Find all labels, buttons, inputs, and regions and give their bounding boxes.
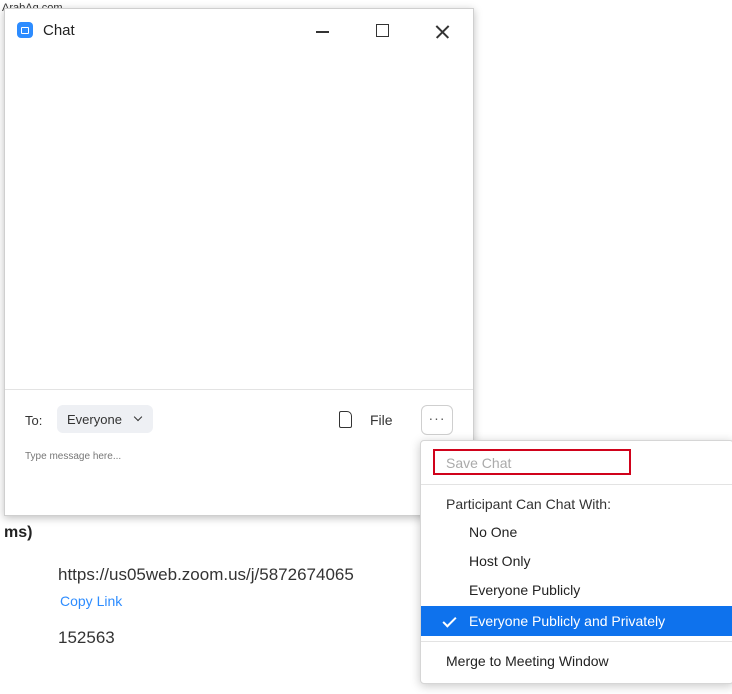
more-icon: ··· <box>428 410 446 426</box>
option-label: Everyone Publicly and Privately <box>469 613 666 629</box>
to-label: To: <box>25 413 43 428</box>
file-button[interactable]: File <box>339 409 399 431</box>
option-everyone-publicly-and-privately[interactable]: Everyone Publicly and Privately <box>421 606 732 636</box>
message-area <box>5 51 473 389</box>
checkmark-icon <box>442 613 457 628</box>
more-options-button[interactable]: ··· <box>421 405 453 435</box>
file-label: File <box>370 412 393 428</box>
background-partial-label: ms) <box>4 524 33 541</box>
recipient-value: Everyone <box>67 412 122 427</box>
chat-window: Chat To: Everyone File ··· <box>4 8 474 516</box>
option-label: Host Only <box>469 553 531 569</box>
message-input[interactable] <box>25 446 445 466</box>
composer-divider <box>5 389 473 390</box>
option-label: Everyone Publicly <box>469 582 581 598</box>
chat-permission-heading: Participant Can Chat With: <box>446 496 611 512</box>
chat-options-menu: Save Chat Participant Can Chat With: No … <box>420 440 732 684</box>
meeting-url: https://us05web.zoom.us/j/5872674065 <box>58 565 354 584</box>
minimize-icon[interactable] <box>307 17 337 45</box>
title-bar: Chat <box>5 9 473 51</box>
menu-separator <box>421 641 732 642</box>
close-icon[interactable] <box>427 17 457 45</box>
option-host-only[interactable]: Host Only <box>421 548 732 574</box>
meeting-passcode: 152563 <box>58 628 115 647</box>
option-no-one[interactable]: No One <box>421 519 732 545</box>
window-title: Chat <box>43 22 75 39</box>
chevron-down-icon <box>133 412 143 422</box>
file-icon <box>339 411 352 428</box>
chat-app-icon <box>17 22 33 38</box>
merge-to-meeting-window-item[interactable]: Merge to Meeting Window <box>421 648 732 674</box>
option-everyone-publicly[interactable]: Everyone Publicly <box>421 577 732 603</box>
copy-link[interactable]: Copy Link <box>60 593 122 609</box>
save-chat-label: Save Chat <box>446 455 512 471</box>
maximize-icon[interactable] <box>367 17 397 45</box>
merge-label: Merge to Meeting Window <box>446 653 609 669</box>
save-chat-item[interactable]: Save Chat <box>433 449 631 475</box>
recipient-dropdown[interactable]: Everyone <box>57 405 153 433</box>
menu-separator <box>421 484 732 485</box>
option-label: No One <box>469 524 518 540</box>
